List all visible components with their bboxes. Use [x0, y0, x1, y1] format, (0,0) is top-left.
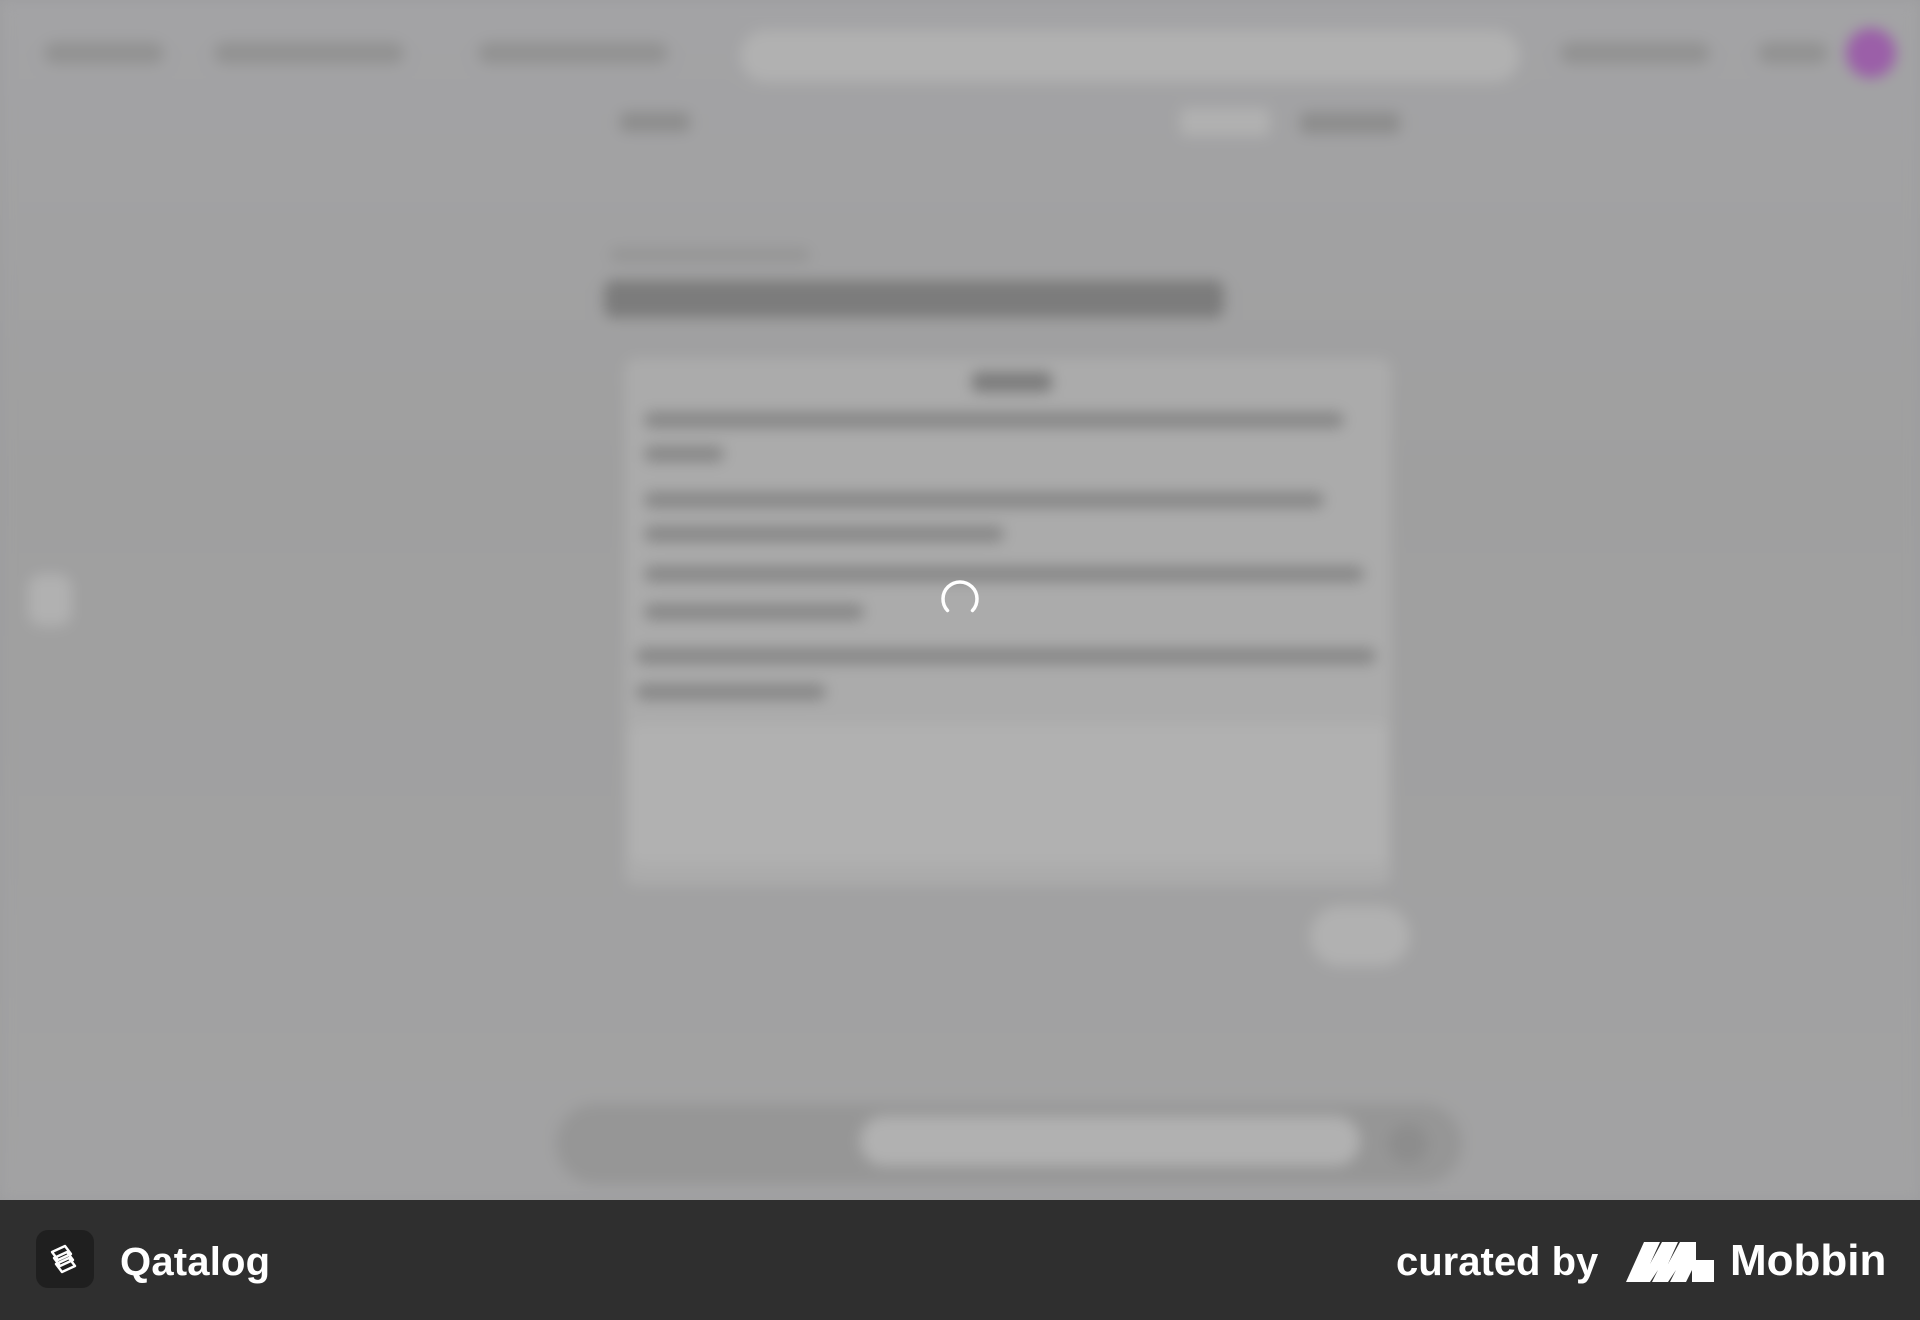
blurred-composer-input: [860, 1116, 1360, 1166]
blurred-side-handle: [28, 574, 72, 626]
blurred-nav-item: [214, 42, 404, 64]
blurred-input-area: [630, 724, 1390, 864]
blurred-text-line: [644, 566, 1364, 582]
blurred-nav-item: [1758, 42, 1828, 64]
footer-bar: Qatalog curated by Mobbin: [0, 1200, 1920, 1320]
app-name: Qatalog: [120, 1240, 271, 1284]
blurred-breadcrumb: [610, 248, 810, 262]
blurred-text-line: [644, 412, 1344, 428]
blurred-text-line: [644, 526, 1004, 542]
blurred-back-link: [620, 112, 690, 132]
blurred-action-button: [1310, 906, 1410, 966]
blurred-card-heading: [972, 372, 1052, 392]
blurred-nav-item: [478, 42, 668, 64]
blurred-nav-item: [1560, 42, 1710, 64]
loading-spinner-icon: [941, 580, 979, 613]
blurred-search-bar: [740, 30, 1520, 82]
blurred-composer-send: [1388, 1124, 1428, 1164]
blurred-text-line: [644, 604, 864, 620]
blurred-avatar: [1846, 28, 1896, 78]
blurred-text-line: [644, 492, 1324, 508]
blurred-header-action: [1300, 112, 1400, 134]
blurred-header-action: [1180, 108, 1270, 136]
mobbin-logo-icon: [1626, 1242, 1714, 1282]
blurred-text-line: [636, 684, 826, 700]
blurred-nav-item: [44, 42, 164, 64]
qatalog-logo-icon: [36, 1230, 94, 1288]
blurred-text-line: [636, 648, 1376, 664]
blurred-text-line: [644, 446, 724, 462]
blurred-page-title: [604, 280, 1224, 318]
curator-name: Mobbin: [1730, 1236, 1887, 1285]
curated-by-label: curated by: [1396, 1240, 1599, 1284]
